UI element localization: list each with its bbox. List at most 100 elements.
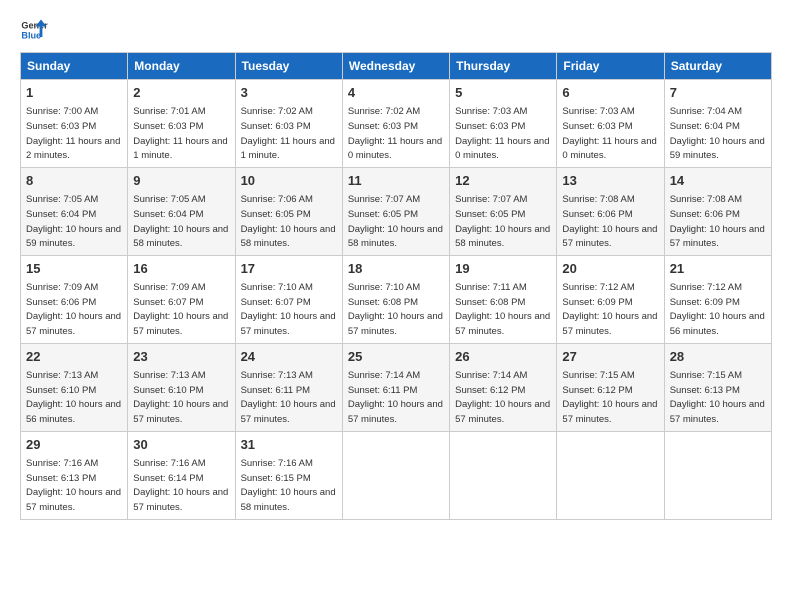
calendar-cell: 1 Sunrise: 7:00 AMSunset: 6:03 PMDayligh… [21, 80, 128, 168]
calendar-cell: 4 Sunrise: 7:02 AMSunset: 6:03 PMDayligh… [342, 80, 449, 168]
day-number: 18 [348, 260, 444, 278]
day-info: Sunrise: 7:05 AMSunset: 6:04 PMDaylight:… [26, 194, 121, 249]
day-info: Sunrise: 7:13 AMSunset: 6:10 PMDaylight:… [133, 370, 228, 425]
day-number: 23 [133, 348, 229, 366]
header-day-tuesday: Tuesday [235, 53, 342, 80]
day-info: Sunrise: 7:01 AMSunset: 6:03 PMDaylight:… [133, 106, 227, 161]
day-info: Sunrise: 7:06 AMSunset: 6:05 PMDaylight:… [241, 194, 336, 249]
calendar-cell: 31 Sunrise: 7:16 AMSunset: 6:15 PMDaylig… [235, 431, 342, 519]
logo-icon: General Blue [20, 16, 48, 44]
calendar-cell: 6 Sunrise: 7:03 AMSunset: 6:03 PMDayligh… [557, 80, 664, 168]
day-info: Sunrise: 7:16 AMSunset: 6:14 PMDaylight:… [133, 458, 228, 513]
calendar-cell: 22 Sunrise: 7:13 AMSunset: 6:10 PMDaylig… [21, 343, 128, 431]
day-info: Sunrise: 7:13 AMSunset: 6:11 PMDaylight:… [241, 370, 336, 425]
calendar-cell: 16 Sunrise: 7:09 AMSunset: 6:07 PMDaylig… [128, 255, 235, 343]
day-number: 6 [562, 84, 658, 102]
day-number: 5 [455, 84, 551, 102]
header-day-wednesday: Wednesday [342, 53, 449, 80]
day-info: Sunrise: 7:09 AMSunset: 6:07 PMDaylight:… [133, 282, 228, 337]
day-info: Sunrise: 7:10 AMSunset: 6:07 PMDaylight:… [241, 282, 336, 337]
week-row-2: 8 Sunrise: 7:05 AMSunset: 6:04 PMDayligh… [21, 167, 772, 255]
header-day-thursday: Thursday [450, 53, 557, 80]
calendar-cell: 20 Sunrise: 7:12 AMSunset: 6:09 PMDaylig… [557, 255, 664, 343]
calendar-cell: 9 Sunrise: 7:05 AMSunset: 6:04 PMDayligh… [128, 167, 235, 255]
calendar-cell: 24 Sunrise: 7:13 AMSunset: 6:11 PMDaylig… [235, 343, 342, 431]
day-number: 13 [562, 172, 658, 190]
day-number: 25 [348, 348, 444, 366]
calendar-cell: 13 Sunrise: 7:08 AMSunset: 6:06 PMDaylig… [557, 167, 664, 255]
day-number: 27 [562, 348, 658, 366]
day-info: Sunrise: 7:12 AMSunset: 6:09 PMDaylight:… [562, 282, 657, 337]
calendar-body: 1 Sunrise: 7:00 AMSunset: 6:03 PMDayligh… [21, 80, 772, 520]
day-number: 16 [133, 260, 229, 278]
svg-text:Blue: Blue [21, 30, 41, 40]
calendar-cell [342, 431, 449, 519]
calendar-table: SundayMondayTuesdayWednesdayThursdayFrid… [20, 52, 772, 520]
calendar-cell: 29 Sunrise: 7:16 AMSunset: 6:13 PMDaylig… [21, 431, 128, 519]
day-number: 9 [133, 172, 229, 190]
day-number: 19 [455, 260, 551, 278]
calendar-cell: 10 Sunrise: 7:06 AMSunset: 6:05 PMDaylig… [235, 167, 342, 255]
day-number: 30 [133, 436, 229, 454]
header-row: SundayMondayTuesdayWednesdayThursdayFrid… [21, 53, 772, 80]
day-number: 15 [26, 260, 122, 278]
header-day-friday: Friday [557, 53, 664, 80]
day-info: Sunrise: 7:07 AMSunset: 6:05 PMDaylight:… [455, 194, 550, 249]
day-info: Sunrise: 7:07 AMSunset: 6:05 PMDaylight:… [348, 194, 443, 249]
calendar-cell: 19 Sunrise: 7:11 AMSunset: 6:08 PMDaylig… [450, 255, 557, 343]
day-number: 1 [26, 84, 122, 102]
day-info: Sunrise: 7:03 AMSunset: 6:03 PMDaylight:… [562, 106, 656, 161]
day-number: 11 [348, 172, 444, 190]
calendar-cell: 12 Sunrise: 7:07 AMSunset: 6:05 PMDaylig… [450, 167, 557, 255]
calendar-cell: 15 Sunrise: 7:09 AMSunset: 6:06 PMDaylig… [21, 255, 128, 343]
day-number: 2 [133, 84, 229, 102]
day-info: Sunrise: 7:15 AMSunset: 6:13 PMDaylight:… [670, 370, 765, 425]
week-row-5: 29 Sunrise: 7:16 AMSunset: 6:13 PMDaylig… [21, 431, 772, 519]
day-info: Sunrise: 7:00 AMSunset: 6:03 PMDaylight:… [26, 106, 120, 161]
calendar-cell: 17 Sunrise: 7:10 AMSunset: 6:07 PMDaylig… [235, 255, 342, 343]
calendar-cell: 30 Sunrise: 7:16 AMSunset: 6:14 PMDaylig… [128, 431, 235, 519]
calendar-header: SundayMondayTuesdayWednesdayThursdayFrid… [21, 53, 772, 80]
calendar-cell: 23 Sunrise: 7:13 AMSunset: 6:10 PMDaylig… [128, 343, 235, 431]
calendar-cell: 26 Sunrise: 7:14 AMSunset: 6:12 PMDaylig… [450, 343, 557, 431]
day-number: 10 [241, 172, 337, 190]
day-number: 22 [26, 348, 122, 366]
calendar-cell [664, 431, 771, 519]
header-day-monday: Monday [128, 53, 235, 80]
day-number: 31 [241, 436, 337, 454]
calendar-cell: 14 Sunrise: 7:08 AMSunset: 6:06 PMDaylig… [664, 167, 771, 255]
day-number: 3 [241, 84, 337, 102]
day-number: 21 [670, 260, 766, 278]
header-day-saturday: Saturday [664, 53, 771, 80]
day-info: Sunrise: 7:03 AMSunset: 6:03 PMDaylight:… [455, 106, 549, 161]
calendar-cell: 18 Sunrise: 7:10 AMSunset: 6:08 PMDaylig… [342, 255, 449, 343]
calendar-cell: 5 Sunrise: 7:03 AMSunset: 6:03 PMDayligh… [450, 80, 557, 168]
day-info: Sunrise: 7:04 AMSunset: 6:04 PMDaylight:… [670, 106, 765, 161]
calendar-cell [450, 431, 557, 519]
day-number: 7 [670, 84, 766, 102]
week-row-4: 22 Sunrise: 7:13 AMSunset: 6:10 PMDaylig… [21, 343, 772, 431]
day-info: Sunrise: 7:12 AMSunset: 6:09 PMDaylight:… [670, 282, 765, 337]
day-number: 17 [241, 260, 337, 278]
calendar-cell [557, 431, 664, 519]
day-info: Sunrise: 7:08 AMSunset: 6:06 PMDaylight:… [670, 194, 765, 249]
calendar-cell: 11 Sunrise: 7:07 AMSunset: 6:05 PMDaylig… [342, 167, 449, 255]
day-info: Sunrise: 7:15 AMSunset: 6:12 PMDaylight:… [562, 370, 657, 425]
day-info: Sunrise: 7:16 AMSunset: 6:15 PMDaylight:… [241, 458, 336, 513]
day-number: 24 [241, 348, 337, 366]
week-row-1: 1 Sunrise: 7:00 AMSunset: 6:03 PMDayligh… [21, 80, 772, 168]
day-number: 8 [26, 172, 122, 190]
day-info: Sunrise: 7:10 AMSunset: 6:08 PMDaylight:… [348, 282, 443, 337]
calendar-cell: 27 Sunrise: 7:15 AMSunset: 6:12 PMDaylig… [557, 343, 664, 431]
day-info: Sunrise: 7:13 AMSunset: 6:10 PMDaylight:… [26, 370, 121, 425]
calendar-cell: 7 Sunrise: 7:04 AMSunset: 6:04 PMDayligh… [664, 80, 771, 168]
day-number: 14 [670, 172, 766, 190]
calendar-cell: 3 Sunrise: 7:02 AMSunset: 6:03 PMDayligh… [235, 80, 342, 168]
calendar-cell: 28 Sunrise: 7:15 AMSunset: 6:13 PMDaylig… [664, 343, 771, 431]
calendar-cell: 25 Sunrise: 7:14 AMSunset: 6:11 PMDaylig… [342, 343, 449, 431]
day-number: 4 [348, 84, 444, 102]
day-number: 26 [455, 348, 551, 366]
week-row-3: 15 Sunrise: 7:09 AMSunset: 6:06 PMDaylig… [21, 255, 772, 343]
day-info: Sunrise: 7:02 AMSunset: 6:03 PMDaylight:… [241, 106, 335, 161]
logo: General Blue [20, 16, 48, 44]
